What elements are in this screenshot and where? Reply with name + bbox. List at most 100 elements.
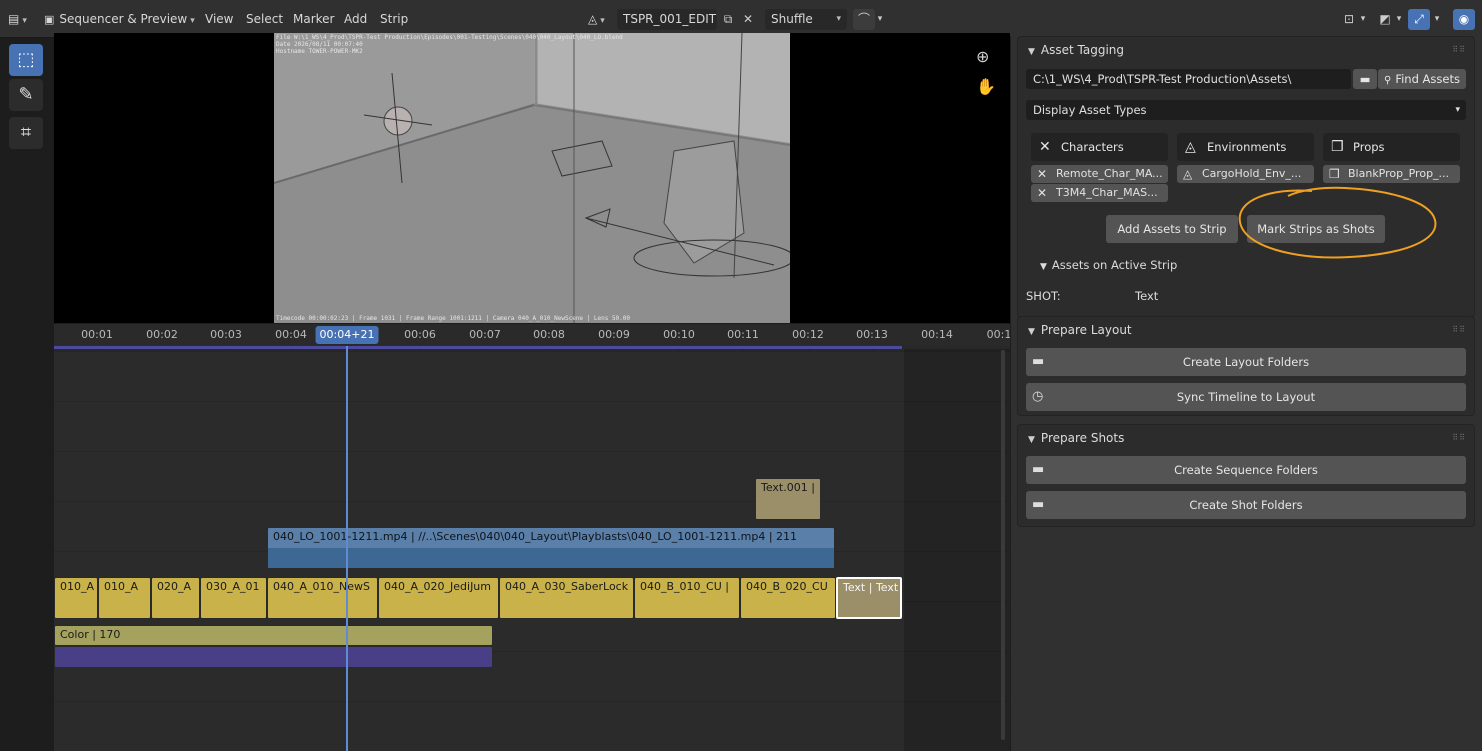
asset-tagging-panel: ▼ Asset Tagging ⠿⠿ C:\1_WS\4_Prod\TSPR-Te… bbox=[1017, 36, 1475, 318]
select-tool-icon[interactable]: ⬚ bbox=[9, 44, 43, 76]
scene-selector[interactable]: ◬ ▾ bbox=[588, 9, 605, 30]
find-assets-button[interactable]: ⚲ Find Assets bbox=[1378, 69, 1466, 89]
folder-icon: ▬ bbox=[1032, 462, 1045, 477]
shot-strip[interactable]: 040_A_030_SaberLock bbox=[499, 577, 634, 619]
ruler-tick: 00:06 bbox=[404, 328, 436, 341]
channel-row bbox=[54, 451, 1010, 501]
asset-tagging-header[interactable]: ▼ Asset Tagging bbox=[1018, 37, 1474, 63]
environment-icon: ◬ bbox=[1185, 139, 1196, 155]
overlap-mode-label: Shuffle bbox=[771, 12, 813, 26]
environment-asset-item[interactable]: ◬ CargoHold_Env_... bbox=[1177, 165, 1314, 183]
color-strip[interactable]: Color | 170 bbox=[54, 625, 493, 646]
vertical-scrollbar[interactable] bbox=[1001, 350, 1005, 740]
chevron-down-icon[interactable]: ▾ bbox=[873, 9, 887, 30]
shot-strip[interactable]: 010_A bbox=[98, 577, 151, 619]
selected-text-strip[interactable]: Text | Text bbox=[836, 577, 902, 619]
shot-strip[interactable]: 010_A bbox=[54, 577, 98, 619]
ruler-tick: 00:01 bbox=[81, 328, 113, 341]
shot-strip[interactable]: 040_B_010_CU | bbox=[634, 577, 740, 619]
strip-label: 040_A_010_NewS bbox=[273, 580, 370, 593]
strip-label: Text.001 | bbox=[761, 481, 815, 494]
zoom-icon[interactable]: ⊕ bbox=[976, 47, 989, 66]
assets-path-field[interactable]: C:\1_WS\4_Prod\TSPR-Test Production\Asse… bbox=[1026, 69, 1351, 89]
asset-item-label: Remote_Char_MA... bbox=[1056, 167, 1163, 180]
chevron-down-icon[interactable]: ▾ bbox=[1356, 9, 1370, 30]
prepare-shots-header[interactable]: ▼ Prepare Shots bbox=[1018, 425, 1474, 451]
display-asset-types-dropdown[interactable]: Display Asset Types ▾ bbox=[1026, 100, 1466, 120]
sync-timeline-button[interactable]: ◷ Sync Timeline to Layout bbox=[1026, 383, 1466, 411]
prop-cube-icon: ❒ bbox=[1331, 139, 1344, 155]
collapse-triangle-icon: ▼ bbox=[1028, 327, 1035, 337]
character-asset-item[interactable]: ✕ Remote_Char_MA... bbox=[1031, 165, 1168, 183]
chevron-down-icon: ▾ bbox=[190, 16, 195, 26]
editor-mode-label: Sequencer & Preview bbox=[59, 12, 188, 26]
pan-hand-icon[interactable]: ✋ bbox=[976, 77, 996, 96]
shot-strip[interactable]: 040_B_020_CU bbox=[740, 577, 836, 619]
chevron-down-icon[interactable]: ▾ bbox=[1392, 9, 1406, 30]
prop-cube-icon: ❒ bbox=[1329, 167, 1340, 181]
shot-strip[interactable]: 030_A_01 bbox=[200, 577, 267, 619]
chevron-down-icon: ▾ bbox=[1455, 105, 1460, 115]
assets-on-active-strip-subpanel[interactable]: ▼ Assets on Active Strip bbox=[1040, 258, 1177, 272]
prepare-shots-panel: ▼ Prepare Shots ⠿⠿ ▬ Create Sequence Folde… bbox=[1017, 424, 1475, 527]
column-header-label: Environments bbox=[1207, 140, 1287, 154]
prop-asset-item[interactable]: ❒ BlankProp_Prop_... bbox=[1323, 165, 1460, 183]
props-header[interactable]: ❒ Props bbox=[1323, 133, 1460, 161]
ruler-tick: 00:10 bbox=[663, 328, 695, 341]
annotate-tool-icon[interactable]: ✎ bbox=[9, 79, 43, 111]
environments-header[interactable]: ◬ Environments bbox=[1177, 133, 1314, 161]
menu-view[interactable]: View bbox=[205, 9, 233, 30]
sequencer-timeline[interactable]: 00:01 00:02 00:03 00:04 00:06 00:07 00:0… bbox=[54, 324, 1010, 751]
person-icon: ✕ bbox=[1037, 167, 1048, 181]
display-mode-icon[interactable]: ◉ bbox=[1453, 9, 1475, 30]
shot-strip[interactable]: 040_A_010_NewS bbox=[267, 577, 378, 619]
snap-icon[interactable]: ⌒ bbox=[853, 9, 875, 30]
ruler-tick: 00:13 bbox=[856, 328, 888, 341]
menu-add[interactable]: Add bbox=[344, 9, 367, 30]
editor-type-menu[interactable]: ▤ ▾ bbox=[8, 9, 27, 30]
gizmo-toggle-icon[interactable]: ⤢ bbox=[1408, 9, 1430, 30]
playhead[interactable] bbox=[346, 346, 348, 751]
overlap-mode-dropdown[interactable]: Shuffle ▾ bbox=[765, 9, 847, 30]
create-sequence-folders-button[interactable]: ▬ Create Sequence Folders bbox=[1026, 456, 1466, 484]
menu-select[interactable]: Select bbox=[246, 9, 283, 30]
strip-label: 040_A_030_SaberLock bbox=[505, 580, 629, 593]
drag-handle-icon[interactable]: ⠿⠿ bbox=[1452, 433, 1466, 442]
movie-strip[interactable]: 040_LO_1001-1211.mp4 | //..\Scenes\040\0… bbox=[267, 527, 835, 569]
stopwatch-icon: ◷ bbox=[1032, 389, 1044, 404]
scene-range-bar bbox=[54, 346, 902, 349]
character-asset-item[interactable]: ✕ T3M4_Char_MAS... bbox=[1031, 184, 1168, 202]
chevron-down-icon[interactable]: ▾ bbox=[1430, 9, 1444, 30]
blade-tool-icon[interactable]: ⌗ bbox=[9, 117, 43, 149]
person-icon: ✕ bbox=[1037, 186, 1048, 200]
button-label: Sync Timeline to Layout bbox=[1176, 390, 1316, 404]
mark-strips-as-shots-button[interactable]: Mark Strips as Shots bbox=[1247, 215, 1385, 243]
column-header-label: Props bbox=[1353, 140, 1385, 154]
prepare-layout-header[interactable]: ▼ Prepare Layout bbox=[1018, 317, 1474, 343]
editor-mode-dropdown[interactable]: ▣ Sequencer & Preview ▾ bbox=[44, 9, 195, 30]
text-strip[interactable]: Text.001 | bbox=[755, 478, 821, 520]
prepare-layout-panel: ▼ Prepare Layout ⠿⠿ ▬ Create Layout Folder… bbox=[1017, 316, 1475, 416]
drag-handle-icon[interactable]: ⠿⠿ bbox=[1452, 325, 1466, 334]
duplicate-scene-icon[interactable]: ⧉ bbox=[717, 9, 739, 30]
shot-strip[interactable]: 020_A bbox=[151, 577, 200, 619]
add-assets-to-strip-button[interactable]: Add Assets to Strip bbox=[1106, 215, 1238, 243]
create-layout-folders-button[interactable]: ▬ Create Layout Folders bbox=[1026, 348, 1466, 376]
shot-strip[interactable]: 040_A_020_JediJum bbox=[378, 577, 499, 619]
current-frame-label[interactable]: 00:04+21 bbox=[315, 326, 379, 344]
close-icon[interactable]: ✕ bbox=[737, 9, 759, 30]
metadata-date: Date 2026/08/11 00:07:40 bbox=[276, 41, 363, 48]
characters-column: ✕ Characters ✕ Remote_Char_MA... ✕ T3M4_Cha… bbox=[1031, 133, 1168, 213]
button-label: Create Shot Folders bbox=[1189, 498, 1303, 512]
characters-header[interactable]: ✕ Characters bbox=[1031, 133, 1168, 161]
asset-item-label: CargoHold_Env_... bbox=[1202, 167, 1302, 180]
menu-strip[interactable]: Strip bbox=[380, 9, 408, 30]
scene-name-field[interactable]: TSPR_001_EDIT bbox=[617, 9, 717, 30]
scene-strip[interactable] bbox=[54, 646, 493, 668]
create-shot-folders-button[interactable]: ▬ Create Shot Folders bbox=[1026, 491, 1466, 519]
ruler-tick: 00:04 bbox=[275, 328, 307, 341]
collapse-triangle-icon: ▼ bbox=[1028, 47, 1035, 57]
menu-marker[interactable]: Marker bbox=[293, 9, 334, 30]
folder-icon[interactable]: ▬ bbox=[1353, 69, 1377, 89]
drag-handle-icon[interactable]: ⠿⠿ bbox=[1452, 45, 1466, 54]
